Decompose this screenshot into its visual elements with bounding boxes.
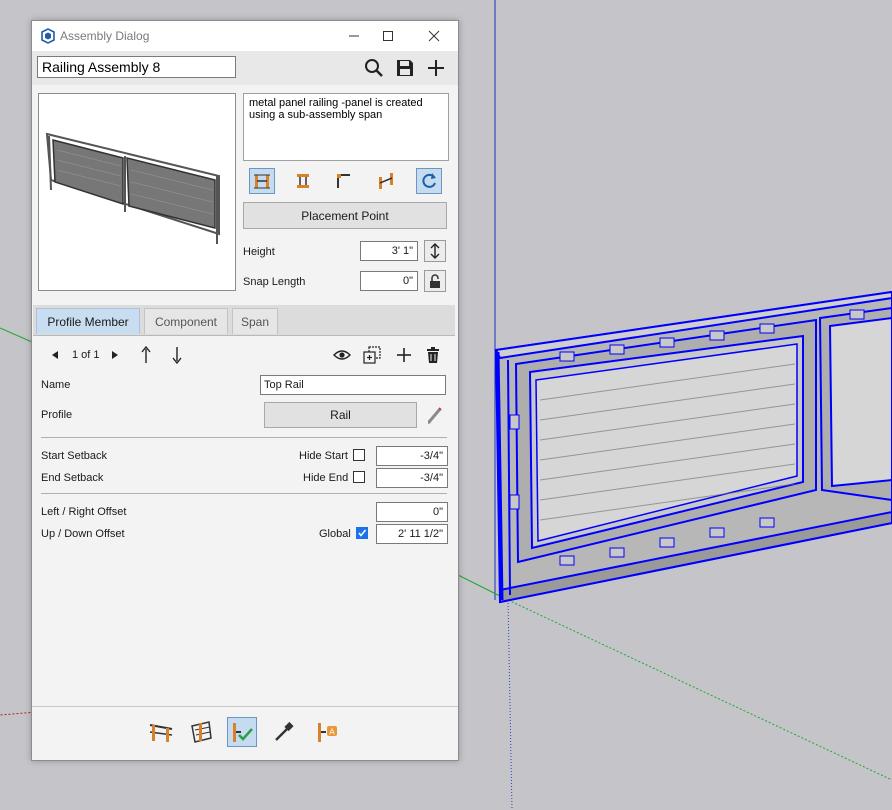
railing-tool-button[interactable]: [146, 717, 176, 747]
trash-icon: [427, 347, 439, 363]
railing-span-icon: [254, 174, 270, 189]
maximize-icon: [383, 31, 393, 41]
hide-start-label: Hide Start: [299, 450, 348, 462]
global-label: Global: [319, 528, 351, 540]
refresh-button[interactable]: [416, 168, 442, 194]
add-member-button[interactable]: [394, 346, 414, 364]
title-bar[interactable]: Assembly Dialog: [32, 21, 458, 51]
vertical-arrows-icon: [430, 243, 440, 259]
corner-mode-button[interactable]: [331, 168, 357, 194]
member-name-input[interactable]: Top Rail: [260, 375, 446, 395]
top-toolbar: [32, 51, 458, 85]
svg-text:A: A: [329, 728, 335, 737]
up-down-offset-label: Up / Down Offset: [41, 528, 125, 540]
height-arrows-button[interactable]: [424, 240, 446, 262]
hide-end-checkbox[interactable]: [353, 471, 365, 483]
left-right-offset-label: Left / Right Offset: [41, 506, 127, 518]
profile-label: Profile: [41, 409, 73, 421]
maximize-button[interactable]: [368, 23, 408, 49]
snap-length-input[interactable]: 0": [360, 271, 418, 291]
move-up-button[interactable]: [138, 346, 154, 364]
visibility-button[interactable]: [332, 346, 352, 364]
search-icon[interactable]: [364, 58, 384, 78]
end-setback-label: End Setback: [41, 472, 104, 484]
height-input[interactable]: 3' 1": [360, 241, 418, 261]
eyedropper-icon: [274, 721, 294, 742]
label-tool-button[interactable]: A: [312, 717, 342, 747]
triangle-right-icon: [112, 351, 118, 359]
snap-length-label: Snap Length: [243, 276, 306, 288]
move-down-button[interactable]: [169, 346, 185, 364]
assembly-name-input[interactable]: [37, 56, 236, 78]
column-icon: [297, 174, 309, 188]
triangle-left-icon: [52, 351, 58, 359]
single-span-mode-button[interactable]: [290, 168, 316, 194]
hide-end-label: Hide End: [303, 472, 349, 484]
railing-check-icon: [233, 723, 253, 742]
placement-point-button[interactable]: Placement Point: [243, 202, 447, 229]
sketchup-logo-icon: [41, 28, 55, 44]
profile-select-button[interactable]: Rail: [264, 402, 417, 428]
next-button[interactable]: [110, 346, 120, 364]
railing-model: [494, 290, 892, 604]
page-indicator: 1 of 1: [72, 349, 100, 361]
tab-span[interactable]: Span: [232, 308, 278, 334]
tab-profile-member[interactable]: Profile Member: [36, 308, 140, 334]
sloped-span-icon: [379, 173, 393, 189]
full-span-mode-button[interactable]: [249, 168, 275, 194]
divider: [41, 493, 447, 494]
assembly-preview: [38, 93, 236, 291]
add-icon[interactable]: [426, 58, 446, 78]
end-setback-input[interactable]: -3/4": [376, 468, 448, 488]
tab-bar: Profile Member Component Span: [33, 305, 455, 336]
save-icon[interactable]: [395, 58, 415, 78]
railing-angle-icon: [191, 721, 212, 743]
add-icon: [397, 348, 411, 362]
description-textarea[interactable]: metal panel railing -panel is created us…: [243, 93, 449, 161]
delete-member-button[interactable]: [424, 346, 442, 364]
assembly-dialog: Assembly Dialog Railing Assembly 8 metal…: [31, 20, 459, 761]
divider: [41, 437, 447, 438]
arrow-up-icon: [141, 346, 151, 363]
hide-start-checkbox[interactable]: [353, 449, 365, 461]
close-button[interactable]: [414, 23, 454, 49]
close-icon: [428, 30, 440, 42]
global-checkbox[interactable]: [356, 527, 368, 539]
left-right-offset-input[interactable]: 0": [376, 502, 448, 522]
sample-tool-button[interactable]: [269, 717, 299, 747]
unlock-icon: [430, 274, 440, 288]
railing-label-icon: A: [318, 723, 337, 742]
duplicate-icon: [363, 346, 381, 364]
refresh-icon: [422, 173, 436, 188]
railing-icon: [149, 724, 173, 742]
tab-component[interactable]: Component: [144, 308, 228, 334]
start-setback-label: Start Setback: [41, 450, 108, 462]
checkmark-icon: [358, 529, 367, 537]
corner-icon: [337, 174, 350, 188]
height-label: Height: [243, 246, 275, 258]
edit-railing-tool-button[interactable]: [227, 717, 257, 747]
bottom-separator: [32, 706, 458, 707]
angled-railing-tool-button[interactable]: [187, 717, 217, 747]
start-setback-input[interactable]: -3/4": [376, 446, 448, 466]
window-title: Assembly Dialog: [60, 29, 150, 43]
previous-button[interactable]: [50, 346, 60, 364]
edit-pencil-icon[interactable]: [426, 405, 444, 425]
eye-icon: [333, 350, 351, 360]
duplicate-button[interactable]: [362, 346, 382, 364]
slope-mode-button[interactable]: [373, 168, 399, 194]
arrow-down-icon: [172, 347, 182, 364]
name-label: Name: [41, 379, 71, 391]
snap-lock-button[interactable]: [424, 270, 446, 292]
railing-preview-image: [45, 132, 220, 244]
up-down-offset-input[interactable]: 2' 11 1/2": [376, 524, 448, 544]
minimize-icon: [349, 35, 359, 37]
